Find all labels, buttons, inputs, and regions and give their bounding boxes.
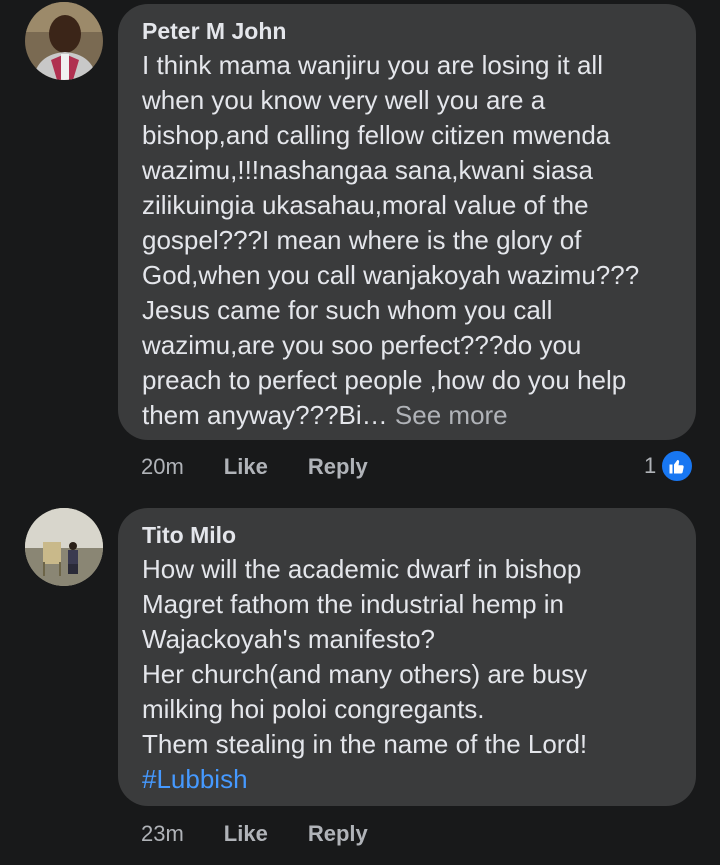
comment-text: I think mama wanjiru you are losing it a… bbox=[142, 48, 674, 433]
comment-actions: 20m Like Reply bbox=[141, 454, 408, 480]
comment-timestamp[interactable]: 23m bbox=[141, 821, 184, 847]
like-button[interactable]: Like bbox=[224, 821, 268, 847]
comment-body-text: How will the academic dwarf in bishop Ma… bbox=[142, 554, 588, 759]
see-more-link[interactable]: See more bbox=[395, 400, 508, 430]
comment-text: How will the academic dwarf in bishop Ma… bbox=[142, 552, 674, 797]
thumbs-up-icon bbox=[660, 449, 695, 483]
hashtag-link[interactable]: #Lubbish bbox=[142, 762, 674, 797]
comment-author[interactable]: Peter M John bbox=[142, 16, 674, 46]
comment-bubble: Peter M John I think mama wanjiru you ar… bbox=[118, 4, 696, 440]
user-avatar-icon[interactable] bbox=[25, 508, 103, 586]
comment-actions: 23m Like Reply bbox=[141, 821, 408, 847]
comment-timestamp[interactable]: 20m bbox=[141, 454, 184, 480]
reaction-summary[interactable]: 1 bbox=[644, 449, 695, 483]
reply-button[interactable]: Reply bbox=[308, 454, 368, 480]
reaction-count: 1 bbox=[644, 453, 657, 478]
comment-author[interactable]: Tito Milo bbox=[142, 520, 674, 550]
reply-button[interactable]: Reply bbox=[308, 821, 368, 847]
comment-body-text: I think mama wanjiru you are losing it a… bbox=[142, 50, 640, 430]
user-avatar-icon[interactable] bbox=[25, 2, 103, 80]
like-button[interactable]: Like bbox=[224, 454, 268, 480]
comment-bubble: Tito Milo How will the academic dwarf in… bbox=[118, 508, 696, 806]
